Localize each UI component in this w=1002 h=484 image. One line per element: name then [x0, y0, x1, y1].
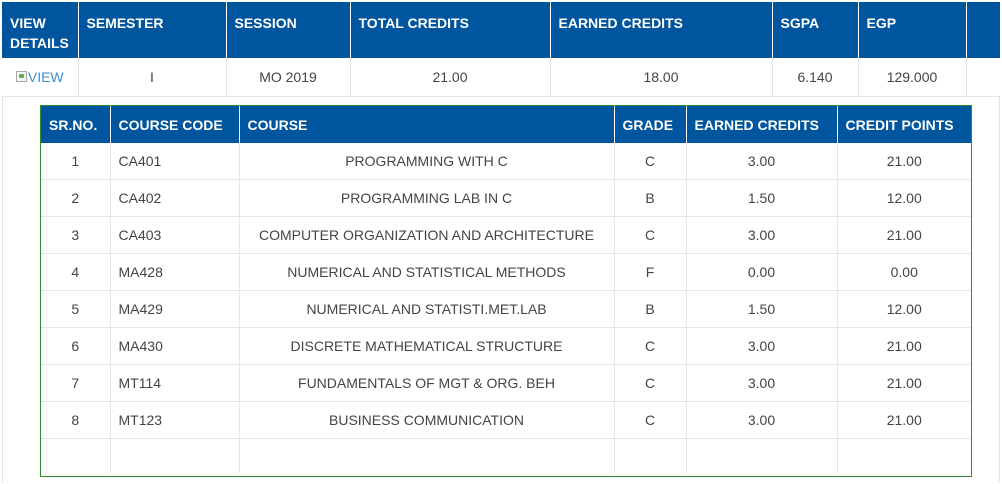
sr-no: 5 — [41, 290, 111, 328]
session-value: MO 2019 — [226, 58, 351, 97]
credit-points: 21.00 — [837, 364, 971, 402]
header-semester: SEMESTER — [78, 2, 227, 58]
view-link-text: VIEW — [27, 68, 64, 85]
course-row: 6 MA430 DISCRETE MATHEMATICAL STRUCTURE … — [41, 327, 971, 365]
earned-credits: 3.00 — [686, 401, 838, 439]
blank-value — [966, 58, 1000, 97]
course-code: MA429 — [110, 290, 240, 328]
container-right-border — [999, 96, 1000, 482]
course-details-panel: SR.NO. COURSE CODE COURSE GRADE EARNED C… — [40, 105, 972, 477]
grade: C — [614, 143, 687, 180]
course-name: NUMERICAL AND STATISTI.MET.LAB — [239, 290, 615, 328]
empty-cell — [837, 439, 971, 474]
sr-no: 6 — [41, 327, 111, 365]
grade: C — [614, 401, 687, 439]
course-name: COMPUTER ORGANIZATION AND ARCHITECTURE — [239, 216, 615, 254]
view-details-cell: VIEW — [2, 58, 79, 97]
course-name: PROGRAMMING WITH C — [239, 143, 615, 180]
empty-cell — [110, 438, 240, 473]
course-name: FUNDAMENTALS OF MGT & ORG. BEH — [239, 364, 615, 402]
empty-cell — [686, 438, 838, 473]
course-row: 4 MA428 NUMERICAL AND STATISTICAL METHOD… — [41, 253, 971, 291]
broken-image-icon — [15, 71, 27, 83]
grade: B — [614, 179, 687, 217]
credit-points: 21.00 — [837, 401, 971, 439]
semester-value: I — [78, 58, 227, 97]
course-code: MA428 — [110, 253, 240, 291]
course-header-row: SR.NO. COURSE CODE COURSE GRADE EARNED C… — [41, 106, 971, 143]
sr-no: 8 — [41, 401, 111, 439]
course-row: 7 MT114 FUNDAMENTALS OF MGT & ORG. BEH C… — [41, 364, 971, 402]
course-name: DISCRETE MATHEMATICAL STRUCTURE — [239, 327, 615, 365]
results-page: VIEW DETAILS SEMESTER SESSION TOTAL CRED… — [0, 0, 1002, 484]
earned-credits: 3.00 — [686, 364, 838, 402]
header-blank — [966, 2, 1000, 58]
total-credits-value: 21.00 — [350, 58, 551, 97]
sr-no: 2 — [41, 179, 111, 217]
credit-points: 21.00 — [837, 327, 971, 365]
credit-points: 21.00 — [837, 143, 971, 180]
sr-no: 7 — [41, 364, 111, 402]
course-code: CA403 — [110, 216, 240, 254]
semester-header-row: VIEW DETAILS SEMESTER SESSION TOTAL CRED… — [2, 2, 1000, 58]
earned-credits: 0.00 — [686, 253, 838, 291]
grade: C — [614, 327, 687, 365]
course-name: BUSINESS COMMUNICATION — [239, 401, 615, 439]
course-row: 5 MA429 NUMERICAL AND STATISTI.MET.LAB B… — [41, 290, 971, 328]
sr-no: 4 — [41, 253, 111, 291]
course-code: CA402 — [110, 179, 240, 217]
header-egp: EGP — [858, 2, 967, 58]
credit-points: 12.00 — [837, 290, 971, 328]
semester-row: VIEW I MO 2019 21.00 18.00 6.140 129.000 — [2, 58, 1000, 97]
course-code: CA401 — [110, 143, 240, 180]
header-session: SESSION — [226, 2, 351, 58]
course-table-body: 1 CA401 PROGRAMMING WITH C C 3.00 21.00 … — [41, 143, 971, 473]
course-name: NUMERICAL AND STATISTICAL METHODS — [239, 253, 615, 291]
earned-credits-value: 18.00 — [550, 58, 773, 97]
grade: B — [614, 290, 687, 328]
credit-points: 0.00 — [837, 253, 971, 291]
grade: C — [614, 364, 687, 402]
course-row-empty — [41, 438, 971, 474]
sr-no: 1 — [41, 143, 111, 180]
header-course-code: COURSE CODE — [110, 106, 240, 143]
header-course: COURSE — [239, 106, 615, 143]
course-code: MT123 — [110, 401, 240, 439]
earned-credits: 3.00 — [686, 143, 838, 180]
header-credit-points: CREDIT POINTS — [837, 106, 971, 143]
earned-credits: 3.00 — [686, 327, 838, 365]
course-code: MT114 — [110, 364, 240, 402]
semester-table: VIEW DETAILS SEMESTER SESSION TOTAL CRED… — [2, 2, 1000, 97]
header-sgpa: SGPA — [772, 2, 859, 58]
container-left-border — [2, 96, 3, 482]
course-name: PROGRAMMING LAB IN C — [239, 179, 615, 217]
empty-cell — [614, 438, 687, 473]
credit-points: 12.00 — [837, 179, 971, 217]
course-row: 1 CA401 PROGRAMMING WITH C C 3.00 21.00 — [41, 143, 971, 180]
header-earned-credits: EARNED CREDITS — [550, 2, 773, 58]
credit-points: 21.00 — [837, 216, 971, 254]
egp-value: 129.000 — [858, 58, 967, 97]
course-row: 3 CA403 COMPUTER ORGANIZATION AND ARCHIT… — [41, 216, 971, 254]
sr-no: 3 — [41, 216, 111, 254]
view-details-link[interactable]: VIEW — [15, 68, 64, 85]
empty-cell — [41, 438, 111, 473]
header-total-credits: TOTAL CREDITS — [350, 2, 551, 58]
earned-credits: 3.00 — [686, 216, 838, 254]
sgpa-value: 6.140 — [772, 58, 859, 97]
course-row: 2 CA402 PROGRAMMING LAB IN C B 1.50 12.0… — [41, 179, 971, 217]
course-code: MA430 — [110, 327, 240, 365]
course-row: 8 MT123 BUSINESS COMMUNICATION C 3.00 21… — [41, 401, 971, 439]
course-table: SR.NO. COURSE CODE COURSE GRADE EARNED C… — [41, 106, 971, 473]
header-sr-no: SR.NO. — [41, 106, 111, 143]
empty-cell — [239, 438, 615, 473]
header-grade: GRADE — [614, 106, 687, 143]
earned-credits: 1.50 — [686, 179, 838, 217]
header-course-earned-credits: EARNED CREDITS — [686, 106, 838, 143]
header-view-details: VIEW DETAILS — [2, 2, 79, 58]
grade: C — [614, 216, 687, 254]
grade: F — [614, 253, 687, 291]
earned-credits: 1.50 — [686, 290, 838, 328]
